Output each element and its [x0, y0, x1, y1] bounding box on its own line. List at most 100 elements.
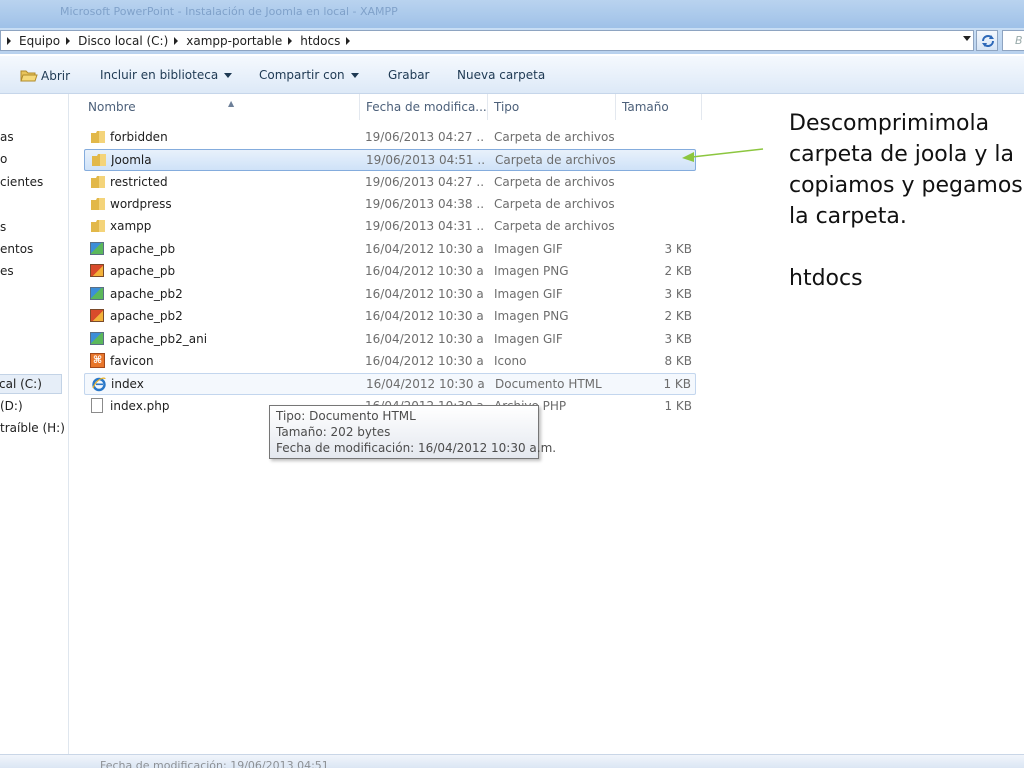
tooltip-type: Tipo: Documento HTML — [276, 409, 416, 423]
file-name: restricted — [110, 175, 168, 189]
include-in-library-label: Incluir en biblioteca — [100, 68, 219, 82]
annotation-line: copiamos y pegamos — [789, 173, 1023, 198]
file-date: 16/04/2012 10:30 a... — [365, 332, 485, 346]
column-header-type[interactable]: Tipo — [488, 94, 616, 120]
file-row[interactable]: ⌘ favicon 16/04/2012 10:30 a... Icono 8 … — [84, 351, 696, 373]
nav-item[interactable]: o — [0, 152, 7, 166]
folder-icon — [90, 196, 106, 212]
file-row[interactable]: wordpress 19/06/2013 04:38 ... Carpeta d… — [84, 194, 696, 216]
breadcrumb-separator-icon[interactable] — [7, 36, 11, 45]
file-date: 19/06/2013 04:27 ... — [365, 130, 485, 144]
file-type: Carpeta de archivos — [495, 153, 616, 167]
include-in-library-button[interactable]: Incluir en biblioteca — [100, 68, 233, 82]
new-folder-button[interactable]: Nueva carpeta — [457, 68, 545, 82]
file-date: 16/04/2012 10:30 a... — [365, 309, 485, 323]
file-date: 19/06/2013 04:51 ... — [366, 153, 486, 167]
window-title: Microsoft PowerPoint - Instalación de Jo… — [60, 5, 398, 18]
nav-item[interactable]: entos — [0, 242, 33, 256]
tooltip-size: Tamaño: 202 bytes — [276, 425, 391, 439]
slide-annotation: Descomprimimola carpeta de joola y la co… — [789, 108, 1024, 294]
column-header-size[interactable]: Tamaño — [616, 94, 702, 120]
file-info-tooltip: Tipo: Documento HTML Tamaño: 202 bytes F… — [269, 405, 557, 459]
file-row[interactable]: apache_pb 16/04/2012 10:30 a... Imagen G… — [84, 239, 696, 261]
file-name: favicon — [110, 354, 154, 368]
file-name: apache_pb2 — [110, 309, 183, 323]
file-name: wordpress — [110, 197, 172, 211]
refresh-button[interactable] — [976, 30, 998, 51]
file-date: 16/04/2012 10:30 a... — [365, 287, 485, 301]
gif-image-icon — [90, 241, 106, 257]
file-name: Joomla — [111, 153, 152, 167]
breadcrumb-separator-icon[interactable] — [174, 36, 179, 45]
file-row[interactable]: apache_pb 16/04/2012 10:30 a... Imagen P… — [84, 261, 696, 283]
file-row[interactable]: apache_pb2 16/04/2012 10:30 a... Imagen … — [84, 306, 696, 328]
command-bar: Abrir Incluir en biblioteca Compartir co… — [0, 56, 1024, 94]
breadcrumb-htdocs[interactable]: htdocs — [300, 34, 340, 48]
file-date: 16/04/2012 10:30 a... — [365, 264, 485, 278]
column-header-date-label: Fecha de modifica... — [366, 100, 487, 114]
nav-item[interactable]: es — [0, 264, 14, 278]
chevron-down-icon — [350, 72, 359, 78]
folder-icon — [90, 174, 106, 190]
folder-icon — [91, 152, 107, 168]
file-date: 16/04/2012 10:30 a... — [365, 242, 485, 256]
file-size: 2 KB — [664, 309, 692, 323]
file-type: Imagen GIF — [494, 287, 563, 301]
new-folder-label: Nueva carpeta — [457, 68, 546, 82]
burn-button[interactable]: Grabar — [388, 68, 430, 82]
breadcrumb-separator-icon[interactable] — [288, 36, 293, 45]
open-folder-icon — [20, 70, 38, 82]
column-header-date[interactable]: Fecha de modifica... — [360, 94, 488, 120]
search-input[interactable]: B — [1002, 30, 1024, 51]
nav-item[interactable]: as — [0, 130, 14, 144]
nav-item-drive-d[interactable]: (D:) — [0, 399, 23, 413]
file-row[interactable]: restricted 19/06/2013 04:27 ... Carpeta … — [84, 172, 696, 194]
share-with-button[interactable]: Compartir con — [259, 68, 359, 82]
file-type: Imagen GIF — [494, 242, 563, 256]
file-size: 8 KB — [664, 354, 692, 368]
file-name: apache_pb — [110, 242, 176, 256]
annotation-line: la carpeta. — [789, 204, 907, 229]
breadcrumb-separator-icon[interactable] — [66, 36, 71, 45]
file-row[interactable]: xampp 19/06/2013 04:31 ... Carpeta de ar… — [84, 216, 696, 238]
file-type: Documento HTML — [495, 377, 602, 391]
burn-label: Grabar — [388, 68, 430, 82]
folder-icon — [90, 218, 106, 234]
breadcrumb-equipo[interactable]: Equipo — [19, 34, 60, 48]
png-image-icon — [90, 263, 106, 279]
column-header-name[interactable]: Nombre ▲ — [82, 94, 360, 120]
status-bar: Fecha de modificación: 19/06/2013 04:51 — [0, 754, 1024, 768]
breadcrumb-disco-local[interactable]: Disco local (C:) — [78, 34, 168, 48]
file-type: Carpeta de archivos — [494, 175, 615, 189]
file-name: index.php — [110, 399, 170, 413]
open-button[interactable]: Abrir — [20, 68, 70, 83]
file-row[interactable]: apache_pb2 16/04/2012 10:30 a... Imagen … — [84, 284, 696, 306]
address-history-chevron-down-icon[interactable] — [963, 36, 971, 41]
column-header-type-label: Tipo — [494, 100, 520, 114]
file-type: Icono — [494, 354, 527, 368]
file-name: index — [111, 377, 144, 391]
file-row[interactable]: apache_pb2_ani 16/04/2012 10:30 a... Ima… — [84, 329, 696, 351]
file-row-joomla-selected[interactable]: Joomla 19/06/2013 04:51 ... Carpeta de a… — [84, 149, 696, 171]
file-row[interactable]: forbidden 19/06/2013 04:27 ... Carpeta d… — [84, 127, 696, 149]
gif-image-icon — [90, 286, 106, 302]
address-field[interactable]: Equipo Disco local (C:) xampp-portable h… — [0, 30, 974, 51]
nav-item-removable-h[interactable]: traíble (H:) — [0, 421, 65, 435]
gif-image-icon — [90, 331, 106, 347]
png-image-icon — [90, 308, 106, 324]
breadcrumb-separator-icon[interactable] — [346, 36, 351, 45]
nav-item-disco-local[interactable]: cal (C:) — [0, 374, 62, 394]
nav-item[interactable]: s — [0, 220, 6, 234]
nav-item[interactable]: cientes — [0, 175, 43, 189]
annotation-line: carpeta de joola y la — [789, 142, 1014, 167]
file-date: 16/04/2012 10:30 a... — [365, 354, 485, 368]
column-header-name-label: Nombre — [88, 100, 136, 114]
navigation-pane[interactable]: as o cientes s entos es cal (C:) (D:) tr… — [0, 94, 69, 754]
ie-html-icon — [91, 376, 107, 392]
file-row-index-hovered[interactable]: index 16/04/2012 10:30 a... Documento HT… — [84, 373, 696, 395]
breadcrumb-xampp-portable[interactable]: xampp-portable — [186, 34, 282, 48]
tooltip-modified: Fecha de modificación: 16/04/2012 10:30 … — [276, 441, 557, 455]
chevron-down-icon — [224, 72, 233, 78]
file-date: 19/06/2013 04:38 ... — [365, 197, 485, 211]
file-name: xampp — [110, 219, 152, 233]
